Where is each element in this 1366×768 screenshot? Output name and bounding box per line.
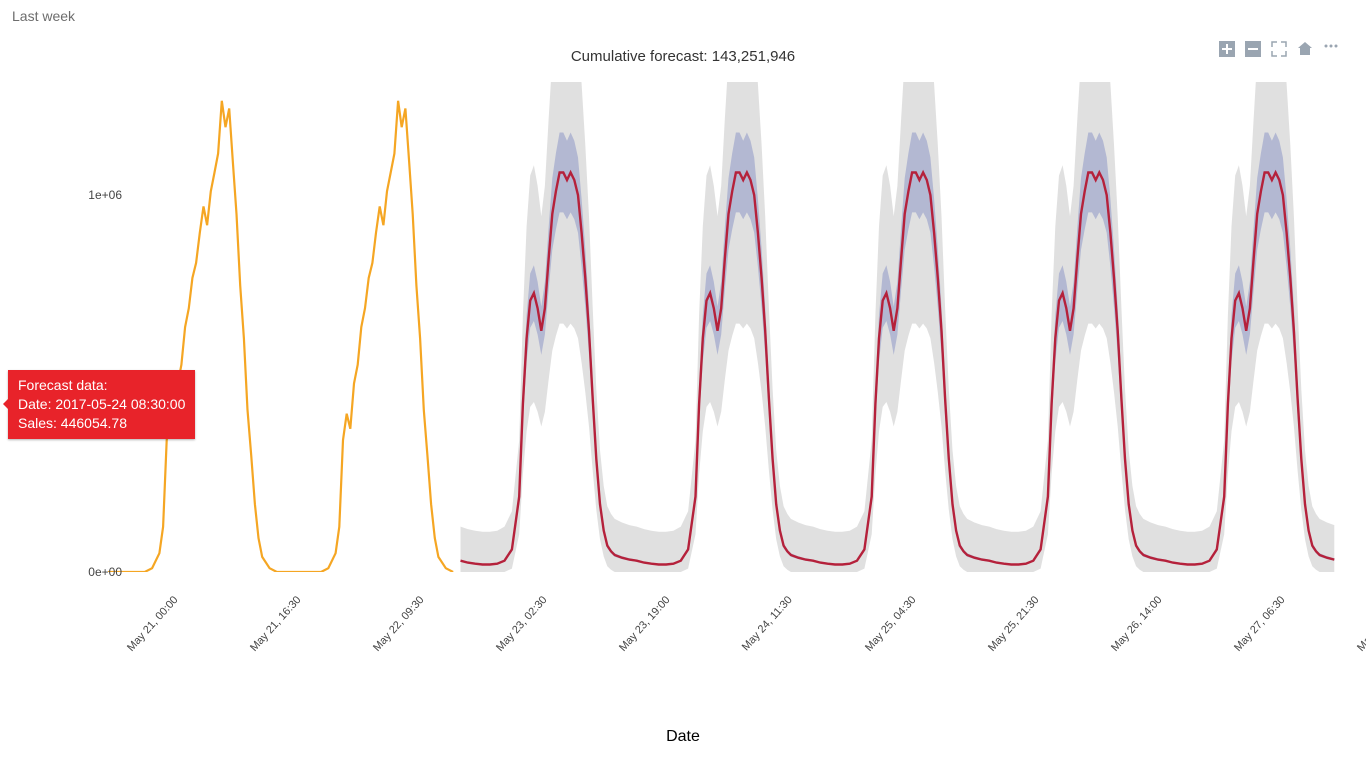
tooltip-title: Forecast data: (18, 376, 185, 395)
x-tick-label: May 25, 04:30 (863, 594, 919, 654)
chart-title: Cumulative forecast: 143,251,946 (8, 48, 1358, 65)
x-tick-label: May 22, 09:30 (371, 594, 427, 654)
x-tick-label: May 23, 19:00 (617, 594, 673, 654)
tooltip-date: Date: 2017-05-24 08:30:00 (18, 395, 185, 414)
zoom-out-button[interactable] (1244, 40, 1262, 58)
x-tick-label: May 21, 00:00 (125, 594, 181, 654)
reset-axes-button[interactable] (1296, 40, 1314, 58)
more-options-button[interactable] (1322, 40, 1340, 58)
y-tick-label: 0e+00 (88, 565, 122, 579)
x-axis-label: Date (8, 728, 1358, 746)
x-tick-label: May 23, 02:30 (494, 594, 550, 654)
chart-tooltip: Forecast data: Date: 2017-05-24 08:30:00… (8, 370, 195, 439)
expand-icon (1271, 41, 1287, 57)
x-tick-label: May 27, 06:30 (1232, 594, 1288, 654)
more-icon (1323, 41, 1339, 57)
forecast-chart: Cumulative forecast: 143,251,946 Sales D… (8, 32, 1358, 752)
plot-area[interactable] (108, 82, 1338, 572)
zoom-in-button[interactable] (1218, 40, 1236, 58)
x-tick-label: May 21, 16:30 (248, 594, 304, 654)
y-tick-label: 1e+06 (88, 188, 122, 202)
x-tick-label: May 26, 14:00 (1109, 594, 1165, 654)
page-subtitle: Last week (0, 0, 1366, 32)
minus-icon (1245, 41, 1261, 57)
tooltip-value: Sales: 446054.78 (18, 414, 185, 433)
series-actual (108, 101, 453, 572)
chart-toolbar (1218, 40, 1340, 58)
x-tick-label: May 24, 11:30 (740, 594, 795, 653)
autoscale-button[interactable] (1270, 40, 1288, 58)
home-icon (1297, 41, 1313, 57)
x-tick-label: May 25, 21:30 (986, 594, 1042, 654)
plus-icon (1219, 41, 1235, 57)
x-tick-label: May 27, 23:30 (1355, 594, 1366, 654)
